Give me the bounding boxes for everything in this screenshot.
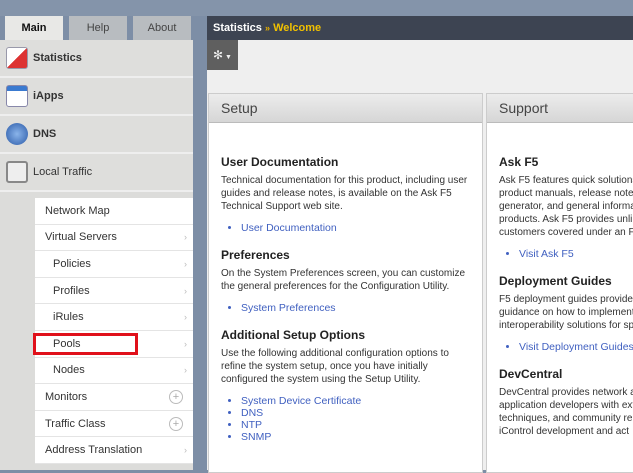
setup-panel: Setup User Documentation Technical docume… (208, 93, 483, 473)
section-link[interactable]: DNS (241, 407, 263, 419)
submenu-label: Monitors (45, 390, 88, 403)
section-text: F5 deployment guides provide guidance on… (499, 294, 633, 331)
section-text: On the System Preferences screen, you ca… (221, 268, 465, 292)
chevron-right-icon: › (184, 258, 187, 269)
breadcrumb-current: Welcome (273, 22, 322, 34)
sidebar-item-dns[interactable]: DNS (0, 116, 193, 154)
link-item: NTP (241, 419, 470, 431)
submenu-item-profiles[interactable]: Profiles › (35, 278, 193, 305)
section-text: Ask F5 features quick solutions, product… (499, 175, 633, 238)
local-traffic-icon (6, 161, 28, 183)
link-item: SNMP (241, 431, 470, 443)
submenu-label: Address Translation (45, 444, 143, 457)
submenu-item-address-translation[interactable]: Address Translation › (35, 437, 193, 464)
submenu-label: iRules (53, 311, 84, 324)
submenu-label: Nodes (53, 364, 85, 377)
section-link[interactable]: Visit Deployment Guides (519, 341, 633, 353)
section-heading: Ask F5 (499, 155, 539, 169)
submenu-item-virtual-servers[interactable]: Virtual Servers › (35, 225, 193, 252)
submenu-label: Network Map (45, 204, 110, 217)
section-link[interactable]: System Preferences (241, 302, 336, 314)
tab-main[interactable]: Main (5, 16, 63, 40)
top-bar (0, 0, 633, 16)
link-list: Visit Ask F5 (499, 248, 623, 260)
breadcrumb: Statistics » Welcome (207, 16, 633, 40)
link-item: User Documentation (241, 222, 470, 234)
chevron-down-icon: ▼ (223, 54, 232, 61)
section-heading: Preferences (221, 248, 290, 262)
gear-icon: ✻ (213, 48, 224, 62)
breadcrumb-separator: » (264, 23, 270, 33)
chevron-right-icon: › (184, 338, 187, 349)
link-item: Visit Deployment Guides (519, 341, 633, 353)
tab-help[interactable]: Help (69, 16, 127, 40)
sidebar-item-local-traffic[interactable]: Local Traffic (0, 154, 193, 192)
chevron-right-icon: › (184, 445, 187, 456)
sidebar-label: Local Traffic (33, 166, 93, 178)
section-heading: User Documentation (221, 155, 339, 169)
statistics-icon (6, 47, 28, 69)
submenu-label: Virtual Servers (45, 231, 117, 244)
sidebar-label: DNS (33, 128, 57, 140)
globe-icon (6, 123, 28, 145)
add-circle-icon[interactable]: + (169, 389, 183, 404)
submenu-item-monitors[interactable]: Monitors + (35, 384, 193, 411)
submenu-item-nodes[interactable]: Nodes › (35, 358, 193, 385)
sidebar-item-iapps[interactable]: iApps (0, 78, 193, 116)
section-link[interactable]: Visit Ask F5 (519, 248, 574, 260)
tab-about[interactable]: About (133, 16, 191, 40)
submenu-item-network-map[interactable]: Network Map (35, 198, 193, 225)
breadcrumb-parent[interactable]: Statistics (213, 22, 262, 34)
chevron-right-icon: › (184, 365, 187, 376)
submenu-item-irules[interactable]: iRules › (35, 304, 193, 331)
link-item: Visit Ask F5 (519, 248, 623, 260)
chevron-right-icon: › (184, 232, 187, 243)
sidebar-label: iApps (33, 90, 64, 102)
submenu-item-policies[interactable]: Policies › (35, 251, 193, 278)
chevron-right-icon: › (184, 285, 187, 296)
submenu-label: Traffic Class (45, 417, 106, 430)
support-title: Support (487, 94, 633, 123)
link-item: System Device Certificate (241, 395, 470, 407)
sidebar-label: Statistics (33, 52, 82, 64)
link-list: System Device CertificateDNSNTPSNMP (221, 395, 470, 443)
iapps-icon (6, 85, 28, 107)
link-item: System Preferences (241, 302, 470, 314)
local-traffic-submenu: Network Map Virtual Servers › Policies › Prof… (35, 198, 193, 464)
section-text: Technical documentation for this product… (221, 175, 468, 212)
section-link[interactable]: SNMP (241, 431, 271, 443)
link-item: DNS (241, 407, 470, 419)
sidebar: Statistics iApps DNS Local Traffic Netwo… (0, 40, 193, 470)
submenu-item-traffic-class[interactable]: Traffic Class + (35, 411, 193, 438)
section-heading: DevCentral (499, 367, 563, 381)
section-text: DevCentral provides network and applicat… (499, 387, 633, 437)
link-list: Visit Deployment Guides (499, 341, 633, 353)
setup-title: Setup (209, 94, 482, 123)
section-link[interactable]: User Documentation (241, 222, 337, 234)
section-link[interactable]: NTP (241, 419, 262, 431)
main-tabs: Main Help About (5, 16, 191, 40)
support-panel: Support Ask F5 Ask F5 features quick solu… (486, 93, 633, 473)
pools-highlight-box (33, 333, 138, 355)
section-heading: Deployment Guides (499, 274, 612, 288)
link-list: User Documentation (221, 222, 470, 234)
section-text: Use the following additional configurati… (221, 348, 449, 385)
sidebar-item-statistics[interactable]: Statistics (0, 40, 193, 78)
add-circle-icon[interactable]: + (169, 416, 183, 431)
submenu-label: Policies (53, 257, 91, 270)
section-link[interactable]: System Device Certificate (241, 395, 361, 407)
link-list: System Preferences (221, 302, 470, 314)
chevron-right-icon: › (184, 312, 187, 323)
submenu-label: Profiles (53, 284, 90, 297)
gear-menu-button[interactable]: ✻ ▼ (207, 40, 238, 70)
main-content: Statistics » Welcome ✻ ▼ Setup User Docu… (207, 16, 633, 473)
section-heading: Additional Setup Options (221, 328, 365, 342)
